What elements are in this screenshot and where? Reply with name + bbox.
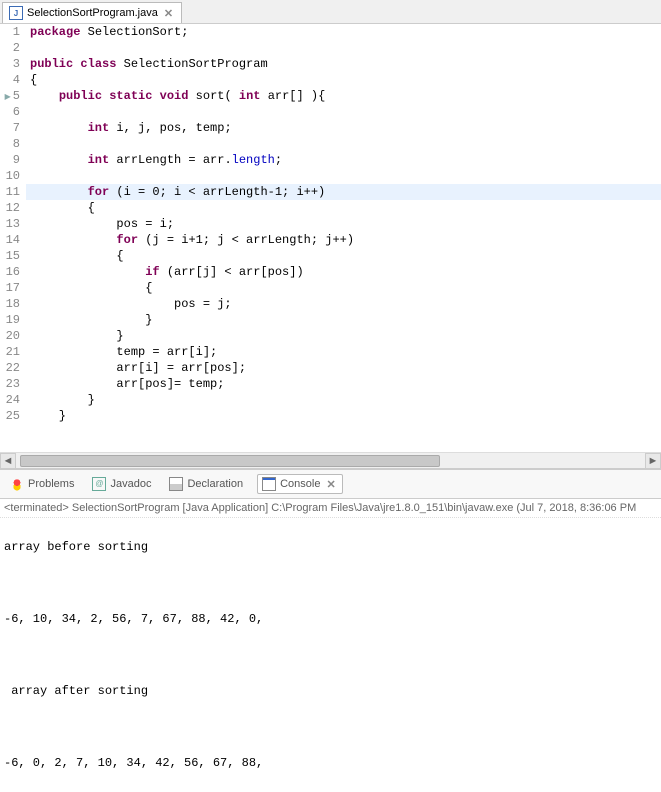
javadoc-icon: @ — [92, 477, 106, 491]
tab-javadoc[interactable]: @ Javadoc — [88, 475, 155, 493]
scrollbar-thumb[interactable] — [20, 455, 440, 467]
horizontal-scrollbar[interactable]: ◄ ► — [0, 452, 661, 468]
console-line: -6, 10, 34, 2, 56, 7, 67, 88, 42, 0, — [4, 610, 657, 628]
close-icon[interactable]: ✕ — [162, 7, 175, 20]
console-line: array after sorting — [4, 682, 657, 700]
editor-tab[interactable]: J SelectionSortProgram.java ✕ — [2, 2, 182, 23]
tab-declaration[interactable]: Declaration — [165, 475, 247, 493]
scroll-left-icon[interactable]: ◄ — [0, 453, 16, 469]
views-tab-bar: Problems @ Javadoc Declaration Console ✕ — [0, 469, 661, 499]
problems-icon — [10, 477, 24, 491]
line-number-gutter: 1 2 3 4 5 6 7 8 9 10 11 12 13 14 15 16 1… — [0, 24, 26, 424]
code-lines[interactable]: package SelectionSort; public class Sele… — [26, 24, 661, 424]
java-file-icon: J — [9, 6, 23, 20]
console-output[interactable]: array before sorting -6, 10, 34, 2, 56, … — [0, 518, 661, 792]
declaration-icon — [169, 477, 183, 491]
console-line: -6, 0, 2, 7, 10, 34, 42, 56, 67, 88, — [4, 754, 657, 772]
console-line — [4, 646, 657, 664]
console-line: array before sorting — [4, 538, 657, 556]
editor-tab-bar: J SelectionSortProgram.java ✕ — [0, 0, 661, 24]
tab-filename: SelectionSortProgram.java — [27, 7, 158, 19]
scroll-right-icon[interactable]: ► — [645, 453, 661, 469]
tab-problems[interactable]: Problems — [6, 475, 78, 493]
code-editor[interactable]: 1 2 3 4 5 6 7 8 9 10 11 12 13 14 15 16 1… — [0, 24, 661, 424]
tab-console[interactable]: Console ✕ — [257, 474, 343, 494]
console-line — [4, 718, 657, 736]
editor-pane: J SelectionSortProgram.java ✕ 1 2 3 4 5 … — [0, 0, 661, 469]
console-line — [4, 574, 657, 592]
console-icon — [262, 477, 276, 491]
console-launch-header: <terminated> SelectionSortProgram [Java … — [0, 499, 661, 518]
close-icon[interactable]: ✕ — [324, 478, 337, 491]
